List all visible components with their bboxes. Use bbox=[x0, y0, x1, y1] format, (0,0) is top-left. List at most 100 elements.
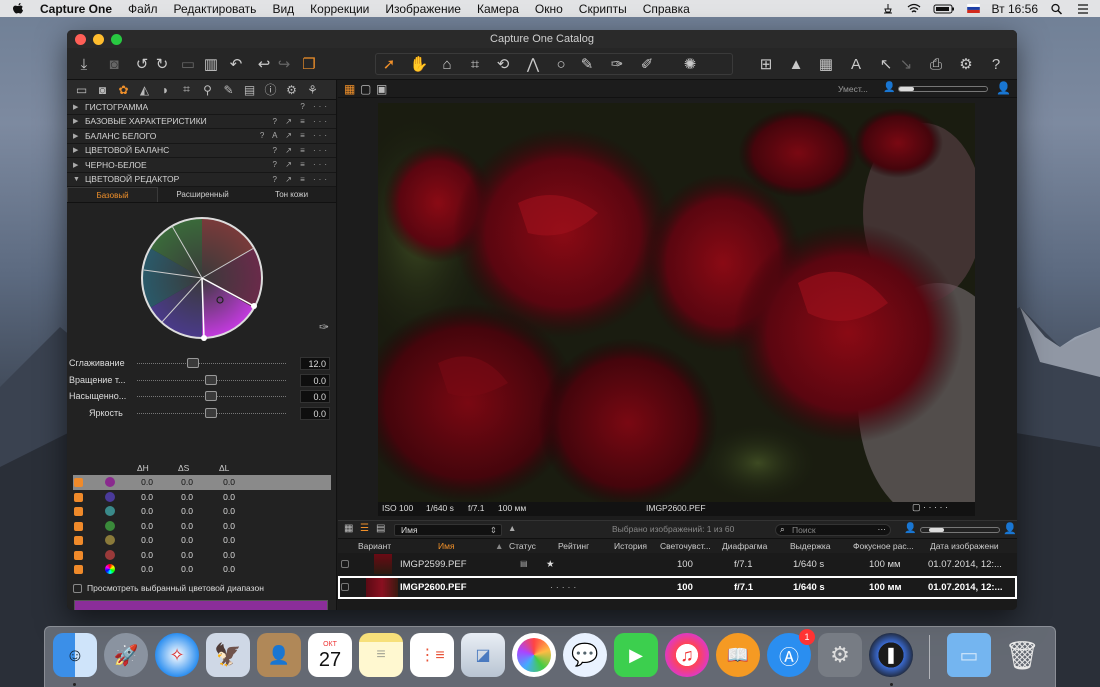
compare-view-icon[interactable]: ▣ bbox=[376, 82, 387, 96]
sort-direction-icon[interactable]: ▲ bbox=[508, 523, 516, 533]
color-wheel[interactable]: ✑ bbox=[67, 203, 337, 353]
table-row[interactable]: 0.0 0.0 0.0 bbox=[73, 533, 331, 548]
col-rating[interactable]: Рейтинг bbox=[558, 541, 589, 551]
menu-help[interactable]: Справка bbox=[643, 2, 690, 16]
col-variant[interactable]: Вариант bbox=[358, 541, 391, 551]
capture-tab-icon[interactable]: ◙ bbox=[94, 82, 111, 98]
row-checkbox[interactable] bbox=[341, 583, 349, 591]
tab-advanced[interactable]: Расширенный bbox=[158, 187, 247, 202]
focus-mask-icon[interactable]: ▦ bbox=[817, 55, 835, 73]
wifi-icon[interactable] bbox=[907, 3, 921, 15]
col-focal[interactable]: Фокусное рас... bbox=[853, 541, 914, 551]
grid-view-icon[interactable]: ▦ bbox=[344, 523, 353, 534]
menu-view[interactable]: Вид bbox=[272, 2, 294, 16]
col-shutter[interactable]: Выдержка bbox=[790, 541, 831, 551]
ibooks-icon[interactable]: 📖 bbox=[716, 633, 760, 677]
table-row-selected[interactable]: IMGP2600.PEF · · · · · 100 f/7.1 1/640 s… bbox=[338, 576, 1017, 599]
hand-pan-icon[interactable]: ✋ bbox=[410, 55, 429, 73]
col-aperture[interactable]: Диафрагма bbox=[722, 541, 767, 551]
col-date[interactable]: Дата изображени bbox=[930, 541, 999, 551]
section-color-balance[interactable]: ▶ ЦВЕТОВОЙ БАЛАНС? ↗ ≡ ··· bbox=[67, 143, 336, 158]
adjustments-tab-icon[interactable]: ▤ bbox=[241, 82, 258, 98]
spot-removal-icon[interactable]: ○ bbox=[552, 55, 570, 73]
details-tab-icon[interactable]: ⚲ bbox=[199, 82, 216, 98]
section-basic-characteristics[interactable]: ▶ БАЗОВЫЕ ХАРАКТЕРИСТИКИ? ↗ ≡ ··· bbox=[67, 114, 336, 129]
battery-icon[interactable] bbox=[933, 3, 955, 15]
composition-tab-icon[interactable]: ⌗ bbox=[178, 82, 195, 98]
zoom-window-button[interactable] bbox=[111, 34, 122, 45]
text-overlay-icon[interactable]: A bbox=[847, 55, 865, 73]
notes-icon[interactable]: ≡ bbox=[359, 633, 403, 677]
sort-dropdown[interactable]: Имя ⇕ bbox=[394, 524, 502, 536]
tab-basic[interactable]: Базовый bbox=[67, 187, 158, 202]
system-preferences-icon[interactable]: ⚙ bbox=[818, 633, 862, 677]
search-input[interactable]: ⌕ Поиск ··· bbox=[775, 524, 891, 536]
rating-dots[interactable]: ▢ · · · · · bbox=[912, 502, 948, 513]
view-selected-checkbox[interactable] bbox=[73, 583, 82, 593]
checkbox[interactable] bbox=[74, 536, 83, 545]
slider-value[interactable]: 0.0 bbox=[300, 373, 330, 387]
photos-icon[interactable] bbox=[512, 633, 556, 677]
exposure-tab-icon[interactable]: ◭ bbox=[136, 82, 153, 98]
loupe-icon[interactable]: ⌂ bbox=[438, 55, 456, 73]
facetime-icon[interactable]: ▶ bbox=[614, 633, 658, 677]
col-name[interactable]: Имя bbox=[438, 541, 455, 551]
color-tab-icon[interactable]: ✿ bbox=[115, 82, 132, 98]
apple-icon[interactable] bbox=[12, 2, 24, 16]
col-history[interactable]: История bbox=[614, 541, 647, 551]
reminders-icon[interactable]: ⋮≡ bbox=[410, 633, 454, 677]
keystone-icon[interactable]: ⋀ bbox=[524, 55, 542, 73]
apply-adjustments-icon[interactable]: ↘ bbox=[897, 55, 915, 73]
table-row[interactable]: 0.0 0.0 0.0 bbox=[73, 490, 331, 505]
variants-stack-icon[interactable]: ❐ bbox=[300, 55, 318, 73]
metadata-tab-icon[interactable]: ⓘ bbox=[262, 82, 279, 98]
checkbox[interactable] bbox=[74, 521, 83, 531]
col-status[interactable]: Статус bbox=[509, 541, 536, 551]
menu-image[interactable]: Изображение bbox=[385, 2, 461, 16]
launchpad-icon[interactable]: 🚀 bbox=[104, 633, 148, 677]
library-tab-icon[interactable]: ▭ bbox=[73, 82, 90, 98]
menu-edit[interactable]: Редактировать bbox=[174, 2, 257, 16]
move-icon[interactable]: ▭ bbox=[179, 55, 197, 73]
help-icon[interactable]: ? bbox=[987, 55, 1005, 73]
section-color-editor[interactable]: ▼ ЦВЕТОВОЙ РЕДАКТОР? ↗ ≡ ··· bbox=[67, 172, 336, 187]
table-row[interactable]: 0.0 0.0 0.0 bbox=[73, 519, 331, 534]
redo-icon[interactable]: ↪ bbox=[275, 55, 293, 73]
zoom-slider[interactable] bbox=[898, 86, 988, 92]
app-store-icon[interactable]: Ⓐ 1 bbox=[767, 629, 815, 677]
slider-knob[interactable] bbox=[929, 528, 944, 532]
exposure-warning-icon[interactable]: ▲ bbox=[787, 55, 805, 73]
row-checkbox[interactable] bbox=[341, 560, 349, 568]
capture-one-icon[interactable]: ❚ bbox=[869, 633, 913, 677]
checkbox[interactable] bbox=[74, 507, 83, 516]
slider-value[interactable]: 0.0 bbox=[300, 406, 330, 420]
menu-window[interactable]: Окно bbox=[535, 2, 563, 16]
slider-value[interactable]: 12.0 bbox=[300, 357, 330, 370]
slider-value[interactable]: 0.0 bbox=[300, 390, 330, 403]
menu-camera[interactable]: Камера bbox=[477, 2, 519, 16]
table-row[interactable]: 0.0 0.0 0.0 bbox=[73, 562, 331, 577]
safari-icon[interactable]: ✧ bbox=[155, 633, 199, 677]
table-row[interactable]: 0.0 0.0 0.0 bbox=[73, 504, 331, 519]
section-histogram[interactable]: ▶ ГИСТОГРАММА? ··· bbox=[67, 100, 336, 115]
row-rating[interactable]: · · · · · bbox=[550, 582, 576, 593]
messages-icon[interactable]: 💬 bbox=[563, 633, 607, 677]
reset-icon[interactable]: ↶ bbox=[227, 55, 245, 73]
notification-center-icon[interactable] bbox=[1076, 3, 1090, 15]
select-cursor-icon[interactable]: ➚ bbox=[380, 55, 398, 73]
slider-knob[interactable] bbox=[205, 407, 217, 418]
checkbox[interactable] bbox=[74, 565, 83, 574]
capture-icon[interactable]: ◙ bbox=[105, 55, 123, 73]
checkbox[interactable] bbox=[74, 478, 83, 487]
mail-icon[interactable]: 🦅 bbox=[206, 633, 250, 677]
batch-tab-icon[interactable]: ⚘ bbox=[304, 82, 321, 98]
row-rating[interactable]: ★ bbox=[546, 559, 555, 570]
brush-icon[interactable]: ✎ bbox=[578, 55, 596, 73]
trash-icon[interactable]: 🗑 bbox=[1000, 633, 1044, 677]
spotlight-search-icon[interactable] bbox=[1050, 3, 1064, 15]
print-icon[interactable]: ⎙ bbox=[927, 55, 945, 73]
copy-adjustments-icon[interactable]: ↖ bbox=[877, 55, 895, 73]
output-tab-icon[interactable]: ⚙ bbox=[283, 82, 300, 98]
contacts-icon[interactable]: 👤 bbox=[257, 633, 301, 677]
slider-knob[interactable] bbox=[205, 391, 217, 401]
